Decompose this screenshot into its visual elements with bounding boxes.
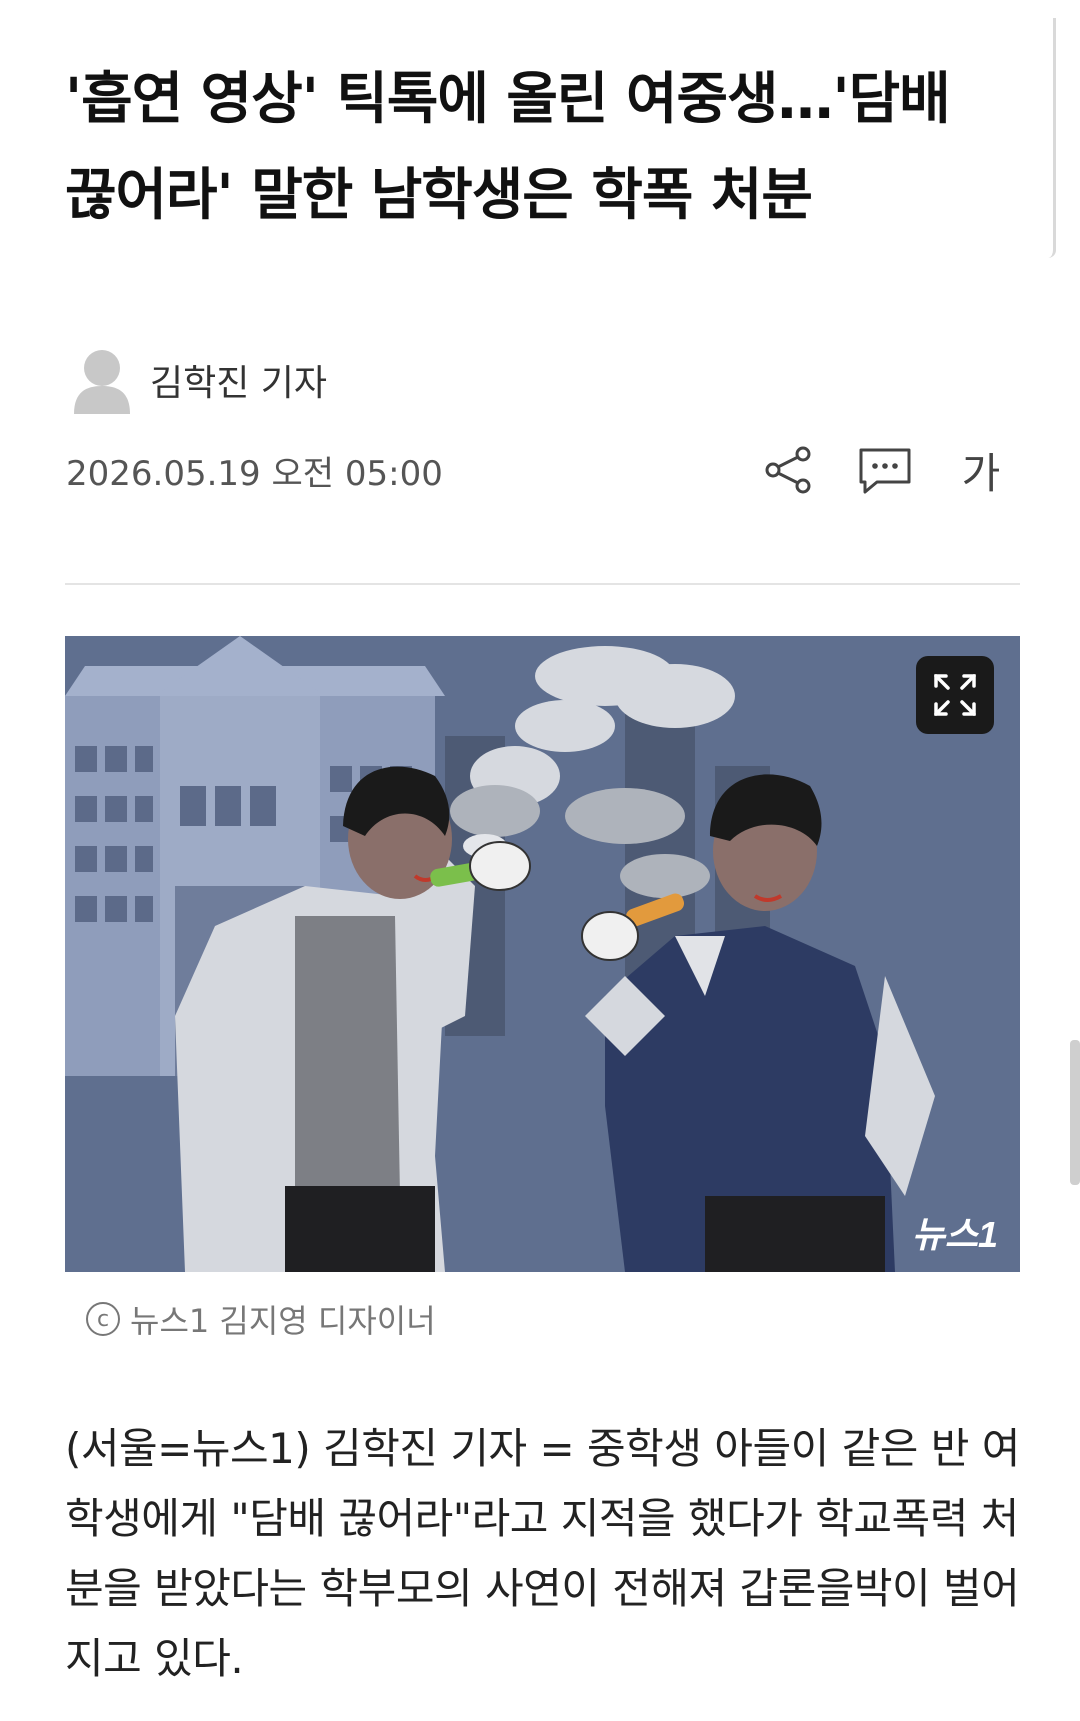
comment-button[interactable] <box>850 440 920 500</box>
divider <box>65 583 1020 585</box>
share-icon <box>765 446 811 494</box>
photo-caption-text: 뉴스1 김지영 디자이너 <box>130 1302 436 1340</box>
byline[interactable]: 김학진 기자 <box>68 344 327 416</box>
smoking-students-illustration <box>65 636 1020 1272</box>
photo-caption: c 뉴스1 김지영 디자이너 <box>86 1296 436 1342</box>
reporter-name[interactable]: 김학진 기자 <box>150 354 327 406</box>
article-body: (서울=뉴스1) 김학진 기자 = 중학생 아들이 같은 반 여학생에게 "담배… <box>65 1424 1020 1683</box>
photo-watermark: 뉴스1 <box>911 1214 998 1255</box>
font-size-label: 가 <box>961 448 1001 498</box>
font-size-button[interactable]: 가 <box>946 440 1016 500</box>
copyright-icon: c <box>86 1302 120 1336</box>
comment-icon <box>859 448 911 494</box>
avatar-icon <box>68 344 136 416</box>
scrollbar-thumb[interactable] <box>1070 1040 1080 1185</box>
scrollbar-track-top <box>1045 18 1056 258</box>
expand-icon <box>934 674 976 716</box>
publish-date: 2026.05.19 오전 05:00 <box>66 453 443 494</box>
article-headline: '흡연 영상' 틱톡에 올린 여중생…'담배 끊어라' 말한 남학생은 학폭 처… <box>65 67 951 228</box>
article-photo[interactable]: 뉴스1 <box>65 636 1020 1272</box>
expand-button[interactable] <box>916 656 994 734</box>
share-button[interactable] <box>754 440 824 500</box>
article-meta: 2026.05.19 오전 05:00 가 <box>66 440 1016 500</box>
